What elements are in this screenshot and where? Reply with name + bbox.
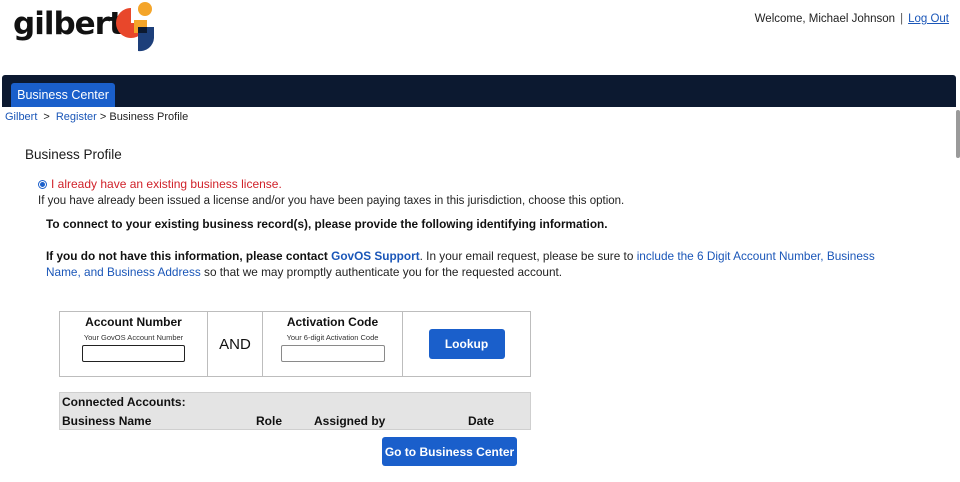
account-lookup-panel: Account Number Your GovOS Account Number… — [59, 311, 531, 377]
activation-code-cell: Activation Code Your 6-digit Activation … — [263, 312, 403, 376]
connected-accounts-table: Connected Accounts: Business Name Role A… — [59, 392, 531, 430]
contact-mid-text: . In your email request, please be sure … — [419, 249, 634, 263]
activation-code-input[interactable] — [280, 345, 385, 362]
existing-license-option[interactable]: I already have an existing business lice… — [38, 177, 282, 191]
main-navbar: Business Center — [2, 75, 956, 107]
account-number-input[interactable] — [82, 345, 185, 362]
breadcrumb-separator: > — [43, 111, 50, 123]
page-scrollbar[interactable] — [956, 110, 960, 158]
column-date: Date — [468, 414, 495, 428]
option-help-text: If you have already been issued a licens… — [38, 195, 625, 207]
contact-end-text: so that we may promptly authenticate you… — [204, 265, 563, 279]
breadcrumb: Gilbert > Register > Business Profile — [5, 111, 188, 123]
govos-support-link[interactable]: GovOS Support — [331, 249, 419, 263]
existing-license-label[interactable]: I already have an existing business lice… — [51, 177, 282, 191]
welcome-text: Welcome, Michael Johnson — [754, 13, 896, 25]
account-number-header: Account Number — [85, 315, 182, 329]
account-number-hint: Your GovOS Account Number — [83, 333, 184, 342]
activation-code-hint: Your 6-digit Activation Code — [286, 333, 379, 342]
activation-code-header: Activation Code — [286, 315, 379, 329]
contact-bold-text: If you do not have this information, ple… — [46, 249, 328, 263]
lookup-button[interactable]: Lookup — [428, 329, 505, 359]
breadcrumb-current: > Business Profile — [99, 111, 189, 123]
account-number-cell: Account Number Your GovOS Account Number — [60, 312, 208, 376]
logout-link[interactable]: Log Out — [908, 13, 949, 25]
instruction-text: To connect to your existing business rec… — [46, 217, 608, 231]
column-role: Role — [256, 414, 283, 428]
logo-text: gilbert — [13, 6, 124, 42]
breadcrumb-register[interactable]: Register — [56, 111, 97, 123]
existing-license-radio[interactable] — [38, 179, 47, 189]
column-assigned-by: Assigned by — [314, 414, 386, 428]
lookup-button-cell: Lookup — [403, 312, 530, 376]
column-business-name: Business Name — [62, 414, 152, 428]
user-bar: Welcome, Michael Johnson | Log Out — [755, 13, 949, 25]
gilbert-logo[interactable]: gilbert — [13, 6, 124, 42]
and-separator: AND — [208, 312, 263, 376]
go-to-business-center-button[interactable]: Go to Business Center — [382, 437, 517, 466]
breadcrumb-gilbert[interactable]: Gilbert — [5, 111, 37, 123]
connected-accounts-title: Connected Accounts: — [62, 395, 186, 409]
gilbert-logo-mark-icon — [116, 2, 154, 52]
page-title: Business Profile — [25, 147, 122, 162]
userbar-separator: | — [900, 13, 904, 25]
tab-business-center[interactable]: Business Center — [11, 83, 115, 107]
contact-paragraph: If you do not have this information, ple… — [46, 248, 906, 280]
